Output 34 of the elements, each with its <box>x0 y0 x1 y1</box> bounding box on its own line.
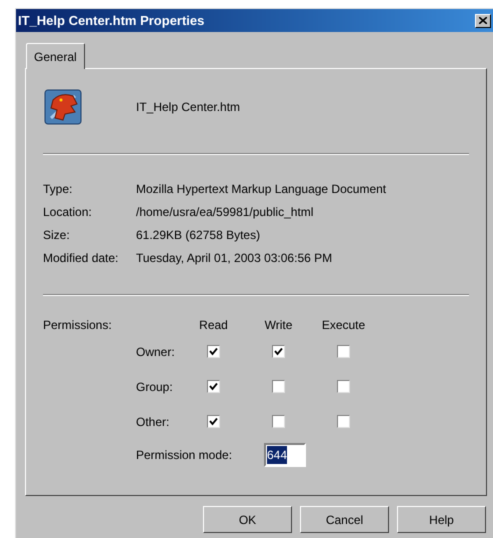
checkbox[interactable] <box>337 345 350 358</box>
property-label: Modified date: <box>43 250 120 266</box>
checkbox[interactable] <box>272 415 285 428</box>
property-label: Location: <box>43 204 93 220</box>
dialog-button[interactable]: Help <box>397 506 486 533</box>
column-header: Write <box>264 317 294 334</box>
checkbox[interactable] <box>272 345 285 358</box>
checkbox[interactable] <box>272 380 285 393</box>
property-value: Tuesday, April 01, 2003 03:06:56 PM <box>136 250 332 266</box>
column-header: Read <box>198 317 229 334</box>
dialog-button[interactable]: Cancel <box>300 506 389 533</box>
property-label: Type: <box>43 180 74 198</box>
checkbox[interactable] <box>207 380 220 393</box>
row-label: Other: <box>136 414 170 430</box>
window-title: IT_Help Center.htm Properties <box>18 12 204 30</box>
file-name: IT_Help Center.htm <box>136 99 240 116</box>
permissions-label: Permissions: <box>43 317 113 334</box>
mode-label: Permission mode: <box>136 447 234 464</box>
row-label: Owner: <box>136 344 176 360</box>
dialog-button[interactable]: OK <box>203 506 292 533</box>
permission-mode-field[interactable]: 644 <box>264 443 306 467</box>
close-button[interactable] <box>475 14 491 28</box>
checkbox[interactable] <box>207 415 220 428</box>
property-value: 61.29KB (62758 Bytes) <box>136 226 260 244</box>
property-label: Size: <box>43 226 71 244</box>
checkbox[interactable] <box>337 380 350 393</box>
column-header: Execute <box>320 317 366 334</box>
tab[interactable]: General <box>26 43 85 69</box>
checkbox[interactable] <box>207 345 220 358</box>
row-label: Group: <box>136 378 174 396</box>
checkbox[interactable] <box>337 415 350 428</box>
close-icon <box>479 17 487 24</box>
property-value: Mozilla Hypertext Markup Language Document <box>136 180 386 198</box>
property-value: /home/usra/ea/59981/public_html <box>136 204 314 220</box>
